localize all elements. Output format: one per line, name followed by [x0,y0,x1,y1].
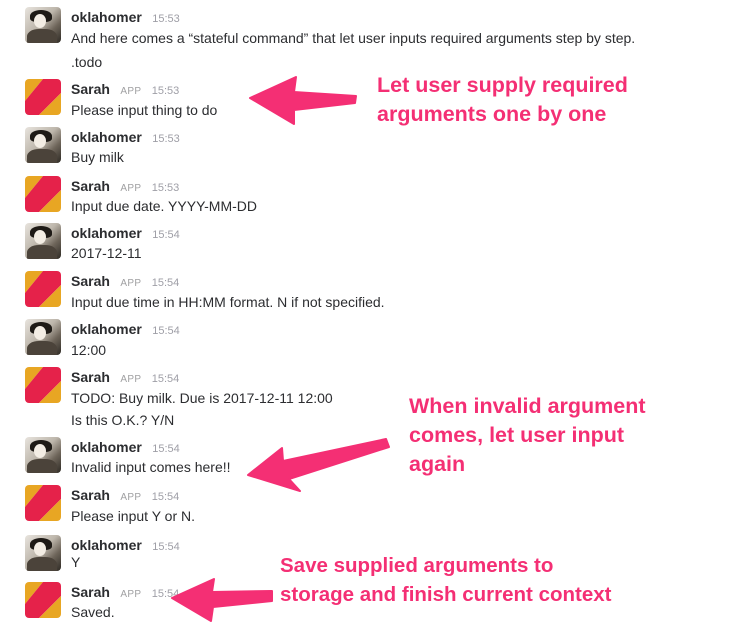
annotation-line: When invalid argument [409,394,646,418]
annotation-line: again [409,452,466,476]
annotation-arrows [171,76,390,622]
annotation-line: comes, let user input [409,423,625,447]
annotation-line: storage and finish current context [280,583,612,606]
annotation-line: Let user supply required [377,73,628,97]
annotation-line: arguments one by one [377,102,607,126]
annotation-invalid-argument: When invalid argument comes, let user in… [409,392,646,479]
arrow-shape [249,76,357,125]
annotation-line: Save supplied arguments to [280,554,554,577]
arrow-shape [247,438,390,492]
arrow-shape [171,578,273,622]
annotation-save-arguments: Save supplied arguments to storage and f… [280,551,611,609]
annotation-required-args: Let user supply required arguments one b… [377,71,628,129]
